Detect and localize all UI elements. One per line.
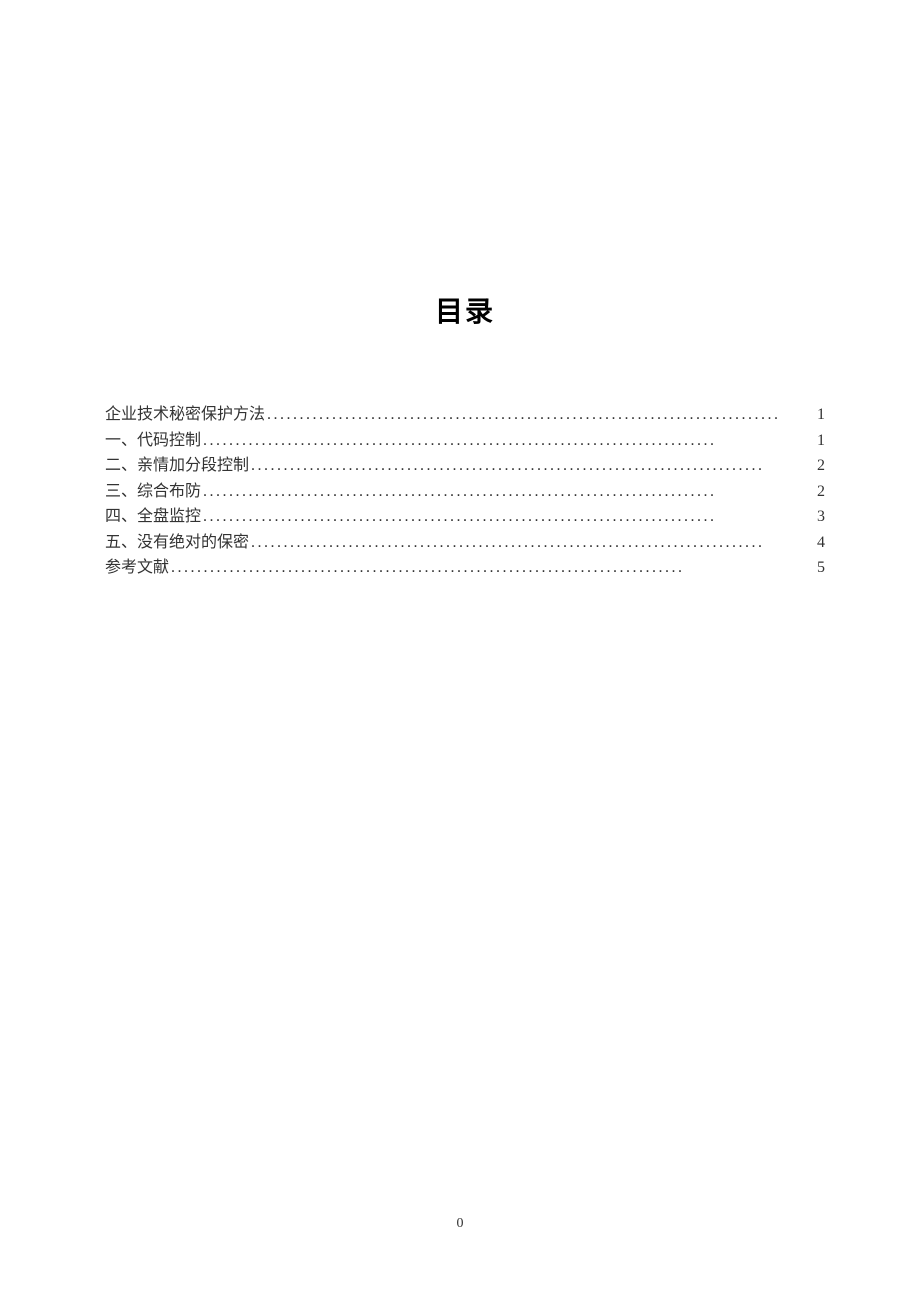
toc-entry-page: 2: [817, 453, 825, 479]
toc-title: 目录: [105, 290, 825, 330]
toc-leader-dots: ........................................…: [249, 453, 817, 479]
toc-leader-dots: ........................................…: [201, 479, 817, 505]
toc-entry-page: 1: [817, 402, 825, 428]
toc-leader-dots: ........................................…: [201, 428, 817, 454]
toc-entry-label: 五、没有绝对的保密: [105, 530, 249, 556]
page-number: 0: [0, 1216, 920, 1232]
toc-leader-dots: ........................................…: [249, 530, 817, 556]
toc-entry-label: 四、全盘监控: [105, 504, 201, 530]
toc-entry: 五、没有绝对的保密 ..............................…: [105, 530, 825, 556]
toc-leader-dots: ........................................…: [201, 504, 817, 530]
toc-list: 企业技术秘密保护方法 .............................…: [105, 402, 825, 581]
toc-entry-page: 5: [817, 555, 825, 581]
toc-entry-page: 4: [817, 530, 825, 556]
toc-entry: 企业技术秘密保护方法 .............................…: [105, 402, 825, 428]
toc-leader-dots: ........................................…: [265, 402, 817, 428]
toc-entry: 一、代码控制 .................................…: [105, 428, 825, 454]
toc-entry: 参考文献 ...................................…: [105, 555, 825, 581]
document-page: 目录 企业技术秘密保护方法 ..........................…: [0, 0, 920, 581]
toc-entry: 二、亲情加分段控制 ..............................…: [105, 453, 825, 479]
toc-entry-page: 3: [817, 504, 825, 530]
toc-entry: 三、综合布防 .................................…: [105, 479, 825, 505]
toc-entry-label: 参考文献: [105, 555, 169, 581]
toc-entry-label: 二、亲情加分段控制: [105, 453, 249, 479]
toc-entry-label: 企业技术秘密保护方法: [105, 402, 265, 428]
toc-entry-label: 三、综合布防: [105, 479, 201, 505]
toc-leader-dots: ........................................…: [169, 555, 817, 581]
toc-entry-label: 一、代码控制: [105, 428, 201, 454]
toc-entry: 四、全盘监控 .................................…: [105, 504, 825, 530]
toc-entry-page: 2: [817, 479, 825, 505]
toc-entry-page: 1: [817, 428, 825, 454]
